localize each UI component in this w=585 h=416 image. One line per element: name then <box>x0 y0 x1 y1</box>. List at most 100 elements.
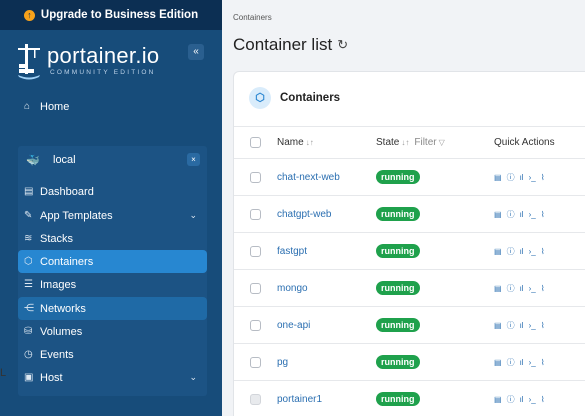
sort-icon: ↓↑ <box>401 138 410 147</box>
state-cell: running <box>376 307 420 343</box>
logs-icon[interactable]: ▤ <box>494 358 502 367</box>
sidebar-item-label: App Templates <box>40 209 113 222</box>
row-checkbox[interactable] <box>250 282 261 294</box>
column-state-label: State <box>376 137 400 148</box>
console-icon[interactable]: ›_ <box>529 173 536 182</box>
sidebar-item-stacks[interactable]: ≋ Stacks <box>18 227 207 250</box>
sidebar: ↑ Upgrade to Business Edition portainer.… <box>0 0 222 416</box>
container-name[interactable]: pg <box>277 344 288 380</box>
logs-icon[interactable]: ▤ <box>494 210 502 219</box>
table-row: chat-next-web running ▤ ⓘ ıl ›_ ⌇ <box>234 158 585 195</box>
attach-icon[interactable]: ⌇ <box>541 321 545 330</box>
stats-icon[interactable]: ıl <box>520 358 524 367</box>
logs-icon[interactable]: ▤ <box>494 321 502 330</box>
console-icon[interactable]: ›_ <box>529 210 536 219</box>
portainer-logo[interactable]: portainer.io COMMUNITY EDITION <box>16 42 186 82</box>
select-all-checkbox[interactable] <box>250 137 261 148</box>
column-name-label: Name <box>277 137 304 148</box>
inspect-icon[interactable]: ⓘ <box>507 172 515 183</box>
row-checkbox[interactable] <box>250 356 261 368</box>
filter-label[interactable]: Filter <box>414 137 436 148</box>
attach-icon[interactable]: ⌇ <box>541 173 545 182</box>
container-name[interactable]: fastgpt <box>277 233 307 269</box>
row-select-cell <box>250 307 261 343</box>
logs-icon[interactable]: ▤ <box>494 173 502 182</box>
sidebar-item-networks[interactable]: ⋲ Networks <box>18 297 207 320</box>
close-environment-button[interactable]: × <box>187 153 200 166</box>
row-checkbox[interactable] <box>250 245 261 257</box>
column-state[interactable]: State ↓↑ Filter ▽ <box>376 127 445 158</box>
inspect-icon[interactable]: ⓘ <box>507 394 515 405</box>
container-name[interactable]: chatgpt-web <box>277 196 331 232</box>
container-name[interactable]: portainer1 <box>277 381 322 416</box>
attach-icon[interactable]: ⌇ <box>541 395 545 404</box>
inspect-icon[interactable]: ⓘ <box>507 246 515 257</box>
sidebar-item-dashboard[interactable]: ▤ Dashboard <box>18 180 207 203</box>
stats-icon[interactable]: ıl <box>520 210 524 219</box>
status-badge: running <box>376 170 420 184</box>
console-icon[interactable]: ›_ <box>529 247 536 256</box>
sidebar-item-volumes[interactable]: ⛁ Volumes <box>18 320 207 343</box>
row-checkbox[interactable] <box>250 393 261 405</box>
clock-icon: ◷ <box>24 349 33 360</box>
stats-icon[interactable]: ıl <box>520 173 524 182</box>
container-name[interactable]: chat-next-web <box>277 159 340 195</box>
inspect-icon[interactable]: ⓘ <box>507 209 515 220</box>
stats-icon[interactable]: ıl <box>520 395 524 404</box>
row-select-cell <box>250 159 261 195</box>
attach-icon[interactable]: ⌇ <box>541 284 545 293</box>
logs-icon[interactable]: ▤ <box>494 247 502 256</box>
state-cell: running <box>376 270 420 306</box>
environment-header[interactable]: 🐳 local <box>18 150 207 170</box>
logs-icon[interactable]: ▤ <box>494 395 502 404</box>
sidebar-item-label: Images <box>40 278 77 291</box>
row-checkbox[interactable] <box>250 319 261 331</box>
stats-icon[interactable]: ıl <box>520 321 524 330</box>
refresh-icon[interactable]: ↻ <box>337 37 348 53</box>
column-quick-actions: Quick Actions <box>494 127 555 158</box>
row-checkbox[interactable] <box>250 208 261 220</box>
attach-icon[interactable]: ⌇ <box>541 247 545 256</box>
home-icon: ⌂ <box>24 101 31 112</box>
row-select-cell <box>250 233 261 269</box>
console-icon[interactable]: ›_ <box>529 321 536 330</box>
container-name[interactable]: mongo <box>277 270 308 306</box>
server-icon: ▣ <box>24 372 34 383</box>
column-name[interactable]: Name ↓↑ <box>277 127 314 158</box>
sidebar-item-home[interactable]: ⌂ Home <box>18 95 207 118</box>
row-checkbox[interactable] <box>250 171 261 183</box>
inspect-icon[interactable]: ⓘ <box>507 320 515 331</box>
upgrade-banner[interactable]: ↑ Upgrade to Business Edition <box>0 0 222 30</box>
inspect-icon[interactable]: ⓘ <box>507 283 515 294</box>
panel-header: ⬡ Containers <box>249 87 340 109</box>
console-icon[interactable]: ›_ <box>529 284 536 293</box>
sidebar-item-events[interactable]: ◷ Events <box>18 343 207 366</box>
inspect-icon[interactable]: ⓘ <box>507 357 515 368</box>
collapse-sidebar-button[interactable]: « <box>188 44 204 60</box>
sidebar-item-containers[interactable]: ⬡ Containers <box>18 250 207 273</box>
sidebar-item-label: Stacks <box>40 232 74 245</box>
sidebar-item-host[interactable]: ▣ Host ⌄ <box>18 366 207 389</box>
status-badge: running <box>376 207 420 221</box>
select-all-cell <box>250 127 261 158</box>
sidebar-item-label: Dashboard <box>40 185 94 198</box>
stats-icon[interactable]: ıl <box>520 247 524 256</box>
sidebar-item-label: Volumes <box>40 325 83 338</box>
docker-icon: 🐳 <box>26 154 40 167</box>
console-icon[interactable]: ›_ <box>529 395 536 404</box>
table-row: mongo running ▤ ⓘ ıl ›_ ⌇ <box>234 269 585 306</box>
row-select-cell <box>250 381 261 416</box>
sidebar-item-label: Networks <box>40 302 86 315</box>
status-badge: running <box>376 355 420 369</box>
sidebar-item-images[interactable]: ☰ Images <box>18 273 207 296</box>
row-select-cell <box>250 270 261 306</box>
container-name[interactable]: one-api <box>277 307 310 343</box>
upgrade-label: Upgrade to Business Edition <box>40 9 199 21</box>
attach-icon[interactable]: ⌇ <box>541 210 545 219</box>
sidebar-item-app-templates[interactable]: ✎ App Templates ⌄ <box>18 204 207 227</box>
chevron-down-icon: ⌄ <box>189 210 197 220</box>
stats-icon[interactable]: ıl <box>520 284 524 293</box>
logs-icon[interactable]: ▤ <box>494 284 502 293</box>
console-icon[interactable]: ›_ <box>529 358 536 367</box>
attach-icon[interactable]: ⌇ <box>541 358 545 367</box>
